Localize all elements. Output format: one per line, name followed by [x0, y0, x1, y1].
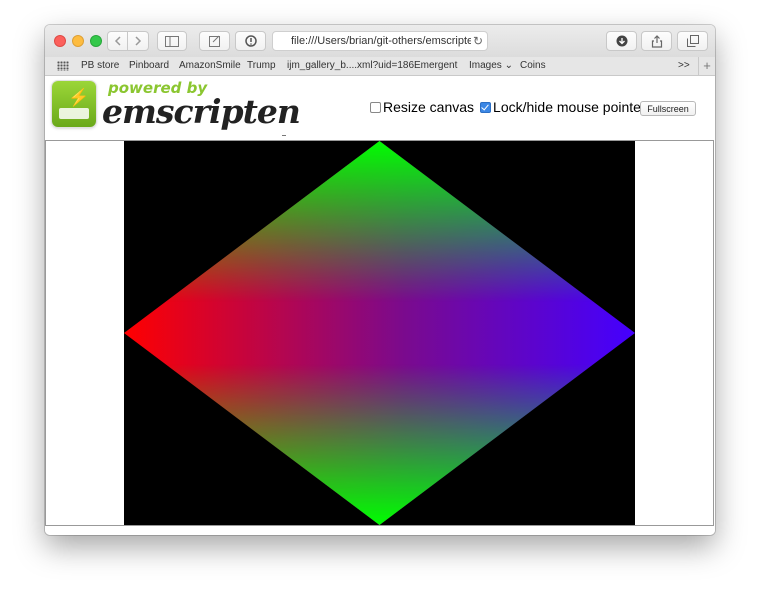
nav-buttons — [107, 31, 149, 51]
forward-button[interactable] — [128, 31, 149, 51]
bookmarks-overflow-button[interactable]: >> — [678, 60, 690, 71]
privacy-button[interactable] — [235, 31, 266, 51]
fullscreen-button[interactable]: Fullscreen — [640, 101, 696, 116]
back-button[interactable] — [107, 31, 128, 51]
divider-mark — [282, 135, 286, 136]
share-button[interactable] — [641, 31, 672, 51]
page-content: ⚡ powered by emscripten Resize canvas Lo… — [45, 76, 715, 535]
resize-canvas-checkbox[interactable] — [370, 101, 381, 113]
canvas-controls: Resize canvas Lock/hide mouse pointer — [370, 99, 646, 115]
reader-notes-button[interactable] — [199, 31, 230, 51]
brand-wordmark: emscripten — [102, 92, 301, 131]
browser-window: file:///Users/brian/git-others/emscripte… — [45, 25, 715, 535]
zoom-window-button[interactable] — [90, 35, 102, 47]
chevron-left-icon — [114, 36, 121, 46]
lock-pointer-checkbox[interactable] — [480, 101, 492, 113]
bookmark-item[interactable]: Coins — [520, 60, 546, 71]
lock-pointer-label: Lock/hide mouse pointer — [493, 99, 646, 115]
bookmark-item[interactable]: Emergent — [414, 60, 457, 71]
bookmark-item[interactable]: PB store — [81, 60, 119, 71]
bookmark-item[interactable]: AmazonSmile — [179, 60, 241, 71]
info-circle-icon — [244, 35, 257, 47]
bookmarks-bar: PB store Pinboard AmazonSmile Trump ijm_… — [45, 57, 715, 76]
download-icon — [616, 35, 627, 47]
downloads-button[interactable] — [606, 31, 637, 51]
tabs-overview-button[interactable] — [677, 31, 708, 51]
emscripten-logo-icon: ⚡ — [52, 81, 96, 127]
sidebar-icon — [165, 35, 179, 47]
address-bar[interactable]: file:///Users/brian/git-others/emscripte… — [272, 31, 488, 51]
bookmark-item[interactable]: Images ⌄ — [469, 60, 513, 71]
compose-icon — [208, 35, 220, 47]
bookmark-item[interactable]: ijm_gallery_b....xml?uid=186 — [287, 60, 414, 71]
minimize-window-button[interactable] — [72, 35, 84, 47]
bookmark-item[interactable]: Trump — [247, 60, 276, 71]
new-tab-button[interactable]: + — [698, 57, 715, 75]
lightning-icon: ⚡ — [68, 88, 90, 107]
close-window-button[interactable] — [54, 35, 66, 47]
url-text: file:///Users/brian/git-others/emscripte — [291, 35, 474, 47]
reload-icon[interactable]: ↻ — [470, 32, 483, 50]
title-bar: file:///Users/brian/git-others/emscripte… — [45, 25, 715, 57]
sidebar-toggle-button[interactable] — [157, 31, 187, 51]
resize-canvas-label: Resize canvas — [383, 99, 475, 115]
tabs-icon — [686, 35, 699, 47]
share-icon — [651, 34, 662, 48]
webgl-canvas[interactable] — [124, 141, 635, 525]
bookmark-item[interactable]: Pinboard — [129, 60, 169, 71]
apps-grid-icon[interactable] — [57, 61, 69, 71]
chevron-right-icon — [135, 36, 142, 46]
logo-device-shape — [59, 108, 89, 119]
